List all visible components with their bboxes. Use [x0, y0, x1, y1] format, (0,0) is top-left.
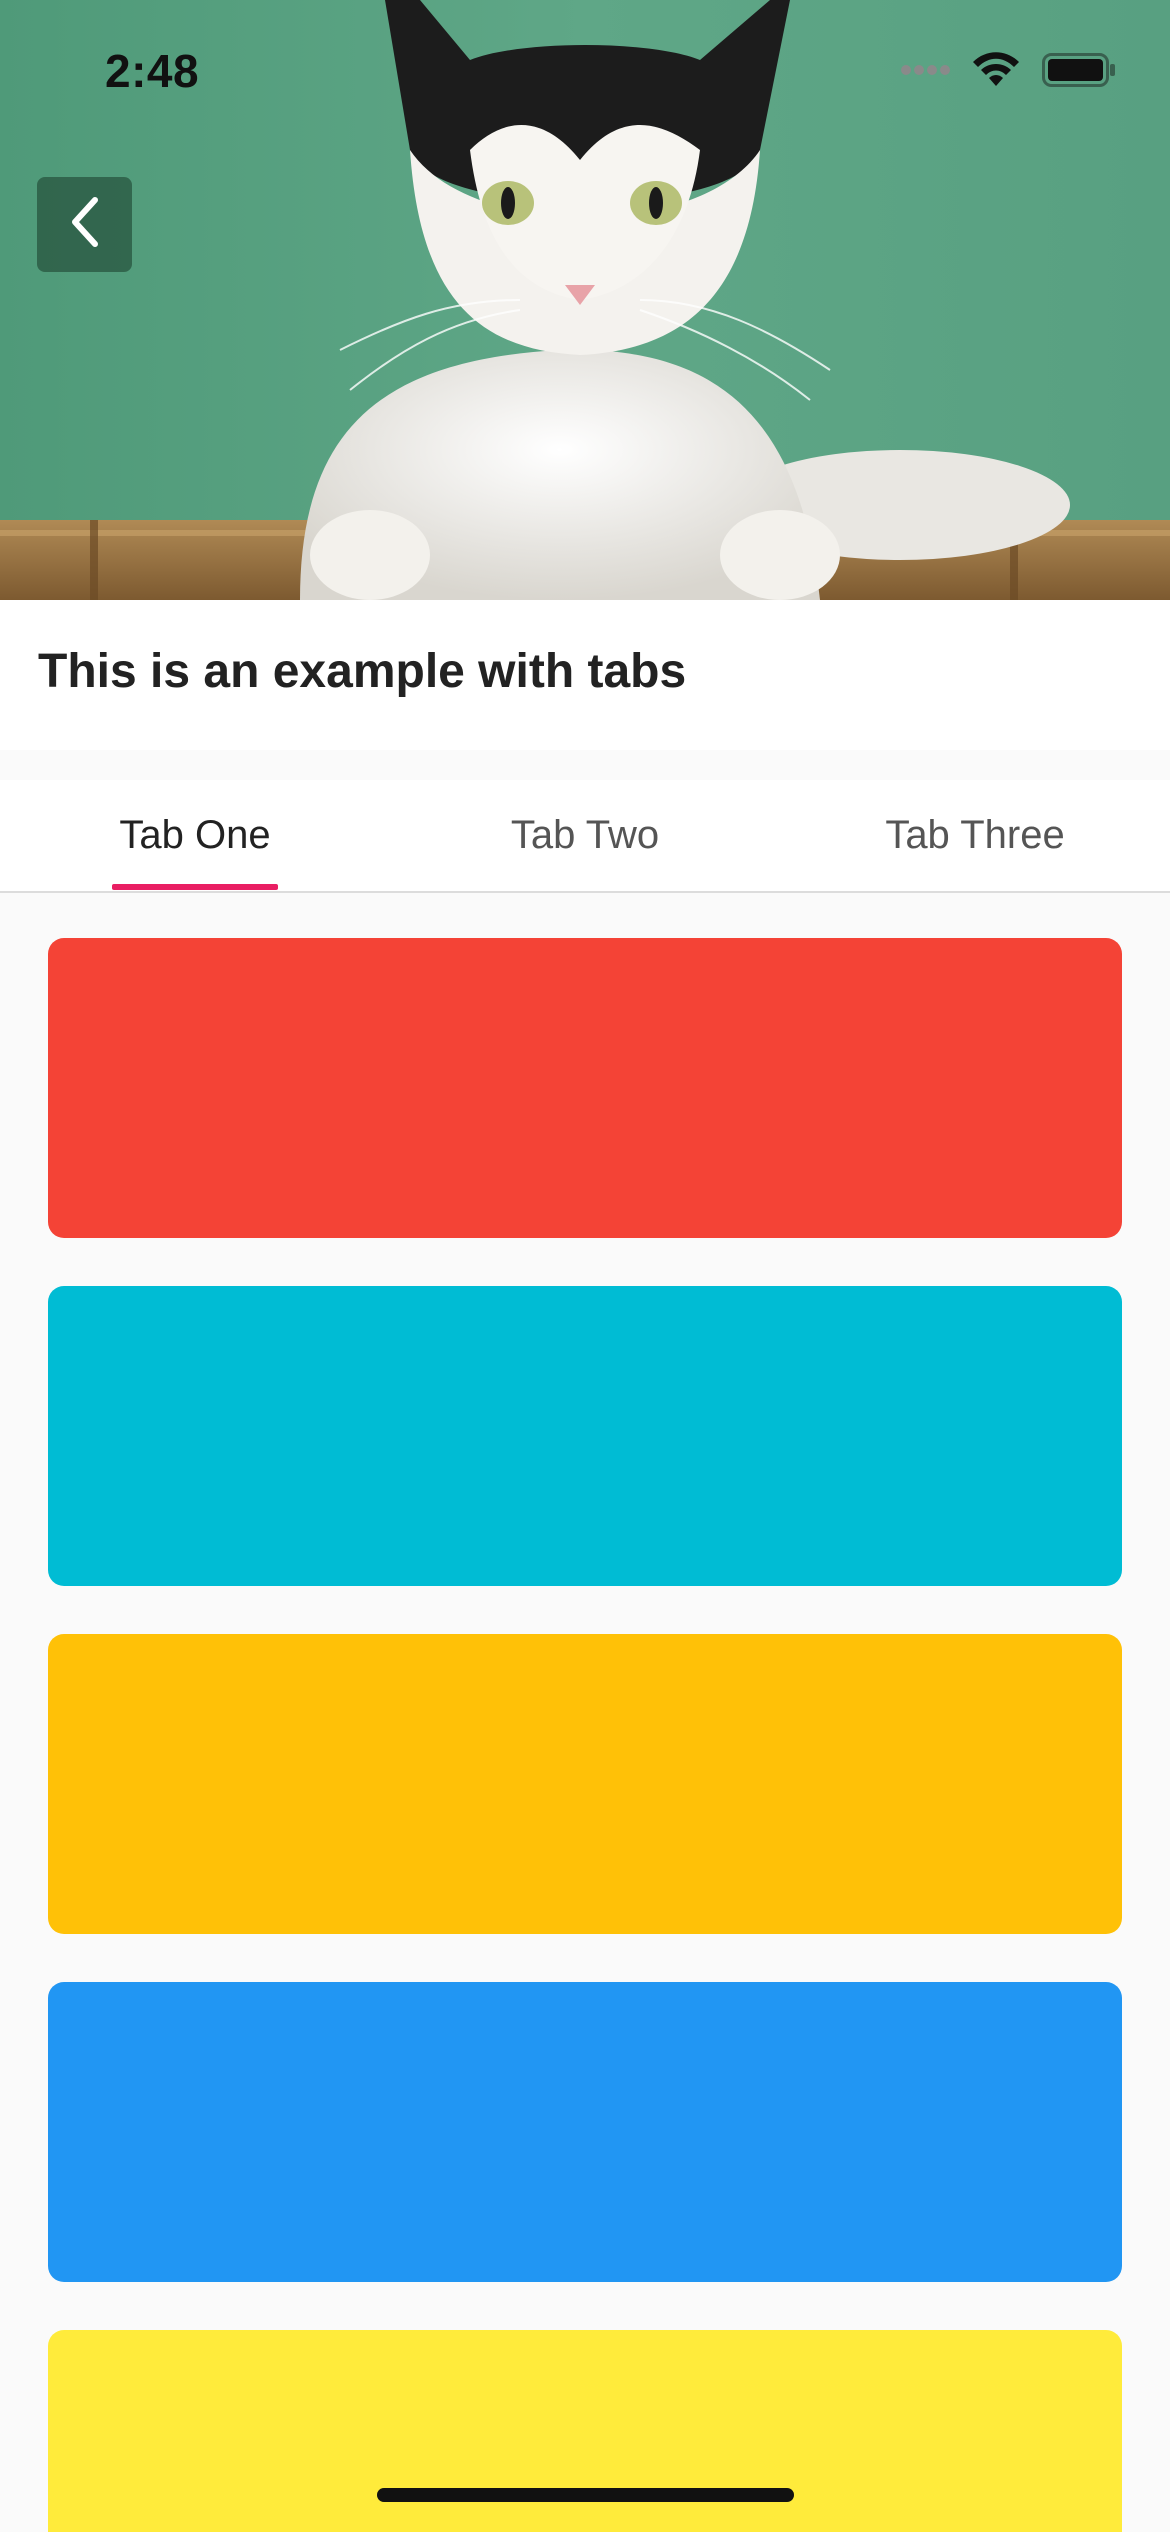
tab-indicator [112, 884, 278, 890]
color-card-2[interactable] [48, 1286, 1122, 1586]
tab-label: Tab One [119, 813, 271, 857]
tab-label: Tab Three [885, 813, 1065, 857]
status-time: 2:48 [105, 45, 200, 97]
tab-bar: Tab One Tab Two Tab Three [0, 780, 1170, 893]
wifi-icon [972, 51, 1020, 93]
tab-one[interactable]: Tab One [0, 780, 390, 891]
status-icons [900, 51, 1116, 93]
title-section: This is an example with tabs [0, 600, 1170, 750]
page-title: This is an example with tabs [38, 645, 687, 698]
signal-icon [900, 63, 950, 81]
color-card-4[interactable] [48, 1982, 1122, 2282]
battery-icon [1042, 52, 1116, 93]
screen: 2:48 This is an example with tabs Tab On… [0, 0, 1170, 2532]
color-card-3[interactable] [48, 1634, 1122, 1934]
tab-two[interactable]: Tab Two [390, 780, 780, 891]
chevron-left-icon [65, 194, 105, 255]
back-button[interactable] [37, 177, 132, 272]
home-indicator [377, 2488, 794, 2502]
tab-label: Tab Two [510, 813, 660, 857]
tab-three[interactable]: Tab Three [780, 780, 1170, 891]
color-card-1[interactable] [48, 938, 1122, 1238]
status-bar: 2:48 [0, 0, 1170, 140]
